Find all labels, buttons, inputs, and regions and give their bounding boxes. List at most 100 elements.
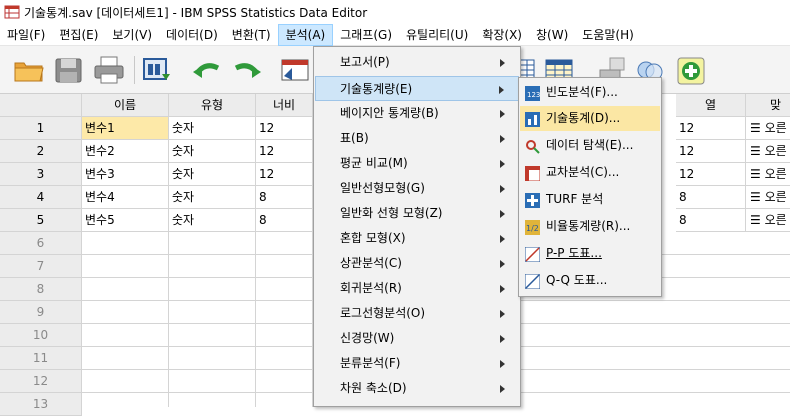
cell-align[interactable]: ☰ 오른 xyxy=(746,117,790,140)
empty-grid-area[interactable] xyxy=(82,232,313,407)
row-number[interactable]: 10 xyxy=(0,324,82,347)
menu-regression[interactable]: 회귀분석(R) xyxy=(315,276,519,301)
row-number[interactable]: 2 xyxy=(0,140,82,163)
menu-explore[interactable]: 데이터 탐색(E)... xyxy=(520,133,660,158)
cell-type[interactable]: 숫자 xyxy=(169,209,256,232)
menu-pp-plot[interactable]: P-P 도표... xyxy=(520,241,660,266)
column-header-align[interactable]: 맞 xyxy=(746,94,790,117)
row-number[interactable]: 11 xyxy=(0,347,82,370)
redo-icon[interactable] xyxy=(230,54,264,86)
menu-graphs[interactable]: 그래프(G) xyxy=(333,24,399,46)
menu-utilities[interactable]: 유틸리티(U) xyxy=(399,24,475,46)
save-icon[interactable] xyxy=(52,54,86,86)
menu-file[interactable]: 파일(F) xyxy=(0,24,52,46)
cell-name[interactable]: 변수5 xyxy=(82,209,169,232)
cell-width[interactable]: 12 xyxy=(256,140,313,163)
cell-columns[interactable]: 12 xyxy=(676,117,746,140)
align-label: 오른 xyxy=(764,190,787,204)
menu-correlate[interactable]: 상관분석(C) xyxy=(315,251,519,276)
menu-window[interactable]: 창(W) xyxy=(529,24,575,46)
row-number[interactable]: 8 xyxy=(0,278,82,301)
cell-type[interactable]: 숫자 xyxy=(169,186,256,209)
open-folder-icon[interactable] xyxy=(12,54,46,86)
menu-transform[interactable]: 변환(T) xyxy=(225,24,278,46)
cell-align[interactable]: ☰ 오른 xyxy=(746,163,790,186)
cell-width[interactable]: 8 xyxy=(256,209,313,232)
column-header-width[interactable]: 너비 xyxy=(256,94,313,117)
cell-columns[interactable]: 8 xyxy=(676,209,746,232)
menu-crosstabs[interactable]: 교차분석(C)... xyxy=(520,160,660,185)
cell-name[interactable]: 변수1 xyxy=(82,117,169,140)
menu-qq-plot[interactable]: Q-Q 도표... xyxy=(520,268,660,293)
menu-frequencies[interactable]: 123 빈도분석(F)... xyxy=(520,80,660,105)
crosstabs-icon xyxy=(524,165,541,182)
menu-reports[interactable]: 보고서(P) xyxy=(315,50,519,75)
menu-descriptive-statistics[interactable]: 기술통계량(E) xyxy=(315,76,519,101)
cell-name[interactable]: 변수4 xyxy=(82,186,169,209)
row-number[interactable]: 9 xyxy=(0,301,82,324)
menu-bayesian[interactable]: 베이지안 통계량(B) xyxy=(315,101,519,126)
cell-columns[interactable]: 12 xyxy=(676,140,746,163)
row-number[interactable]: 3 xyxy=(0,163,82,186)
menu-mixed-models[interactable]: 혼합 모형(X) xyxy=(315,226,519,251)
submenu-arrow-icon xyxy=(500,185,505,193)
row-number[interactable]: 7 xyxy=(0,255,82,278)
row-number[interactable]: 6 xyxy=(0,232,82,255)
dialog-recall-icon[interactable] xyxy=(140,54,174,86)
align-right-icon: ☰ xyxy=(750,190,761,204)
align-label: 오른 xyxy=(764,167,787,181)
add-extension-icon[interactable] xyxy=(674,54,708,86)
cell-align[interactable]: ☰ 오른 xyxy=(746,209,790,232)
menu-analyze[interactable]: 분석(A) xyxy=(277,23,334,46)
cell-type[interactable]: 숫자 xyxy=(169,140,256,163)
column-header-name[interactable]: 이름 xyxy=(82,94,169,117)
menu-view[interactable]: 보기(V) xyxy=(105,24,159,46)
menu-help[interactable]: 도움말(H) xyxy=(575,24,641,46)
frequencies-icon: 123 xyxy=(525,85,540,101)
undo-icon[interactable] xyxy=(190,54,224,86)
menu-descriptives[interactable]: 기술통계(D)... xyxy=(520,106,660,131)
row-number[interactable]: 4 xyxy=(0,186,82,209)
menu-turf[interactable]: TURF 분석 xyxy=(520,187,660,212)
cell-type[interactable]: 숫자 xyxy=(169,117,256,140)
menu-data[interactable]: 데이터(D) xyxy=(159,24,225,46)
pp-plot-icon xyxy=(524,246,541,263)
submenu-arrow-icon xyxy=(500,385,505,393)
menu-extensions[interactable]: 확장(X) xyxy=(475,24,529,46)
submenu-arrow-icon xyxy=(500,310,505,318)
cell-columns[interactable]: 8 xyxy=(676,186,746,209)
ratio-icon: 1/2 xyxy=(525,219,540,235)
row-number[interactable]: 13 xyxy=(0,393,82,416)
cell-width[interactable]: 12 xyxy=(256,163,313,186)
row-number[interactable]: 12 xyxy=(0,370,82,393)
menu-classify[interactable]: 분류분석(F) xyxy=(315,351,519,376)
cell-align[interactable]: ☰ 오른 xyxy=(746,140,790,163)
submenu-arrow-icon xyxy=(500,260,505,268)
row-number[interactable]: 1 xyxy=(0,117,82,140)
submenu-arrow-icon xyxy=(500,135,505,143)
menu-tables[interactable]: 표(B) xyxy=(315,126,519,151)
cell-type[interactable]: 숫자 xyxy=(169,163,256,186)
menu-general-linear-model[interactable]: 일반선형모형(G) xyxy=(315,176,519,201)
row-number[interactable]: 5 xyxy=(0,209,82,232)
menu-compare-means[interactable]: 평균 비교(M) xyxy=(315,151,519,176)
cell-columns[interactable]: 12 xyxy=(676,163,746,186)
svg-text:123: 123 xyxy=(527,91,540,99)
align-label: 오른 xyxy=(764,121,787,135)
cell-align[interactable]: ☰ 오른 xyxy=(746,186,790,209)
column-header-columns[interactable]: 열 xyxy=(676,94,746,117)
menu-neural-networks[interactable]: 신경망(W) xyxy=(315,326,519,351)
menu-edit[interactable]: 편집(E) xyxy=(52,24,105,46)
cell-name[interactable]: 변수2 xyxy=(82,140,169,163)
submenu-arrow-icon xyxy=(500,160,505,168)
menu-ratio[interactable]: 1/2 비율통계량(R)... xyxy=(520,214,660,239)
menu-loglinear[interactable]: 로그선형분석(O) xyxy=(315,301,519,326)
cell-width[interactable]: 12 xyxy=(256,117,313,140)
menu-generalized-linear-models[interactable]: 일반화 선형 모형(Z) xyxy=(315,201,519,226)
goto-case-icon[interactable] xyxy=(278,54,312,86)
cell-name[interactable]: 변수3 xyxy=(82,163,169,186)
print-icon[interactable] xyxy=(92,54,126,86)
column-header-type[interactable]: 유형 xyxy=(169,94,256,117)
menu-dimension-reduction[interactable]: 차원 축소(D) xyxy=(315,376,519,401)
cell-width[interactable]: 8 xyxy=(256,186,313,209)
